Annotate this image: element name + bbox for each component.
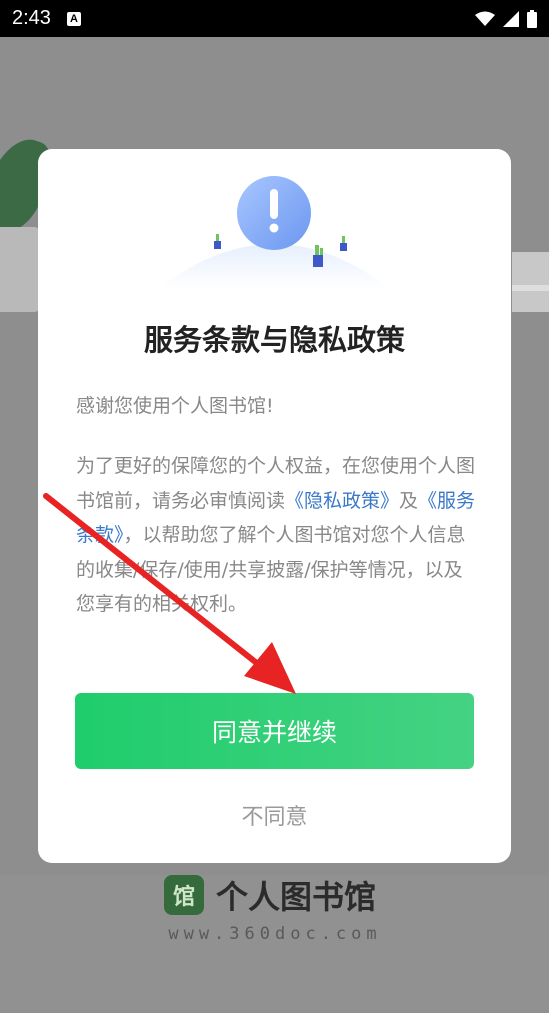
small-plant-icon bbox=[340, 236, 347, 251]
brand-lockup: 馆 个人图书馆 bbox=[164, 872, 376, 918]
status-time: 2:43 bbox=[12, 7, 51, 29]
shelf-decoration bbox=[512, 252, 549, 312]
small-plant-icon bbox=[313, 245, 323, 267]
privacy-policy-link[interactable]: 《隐私政策》 bbox=[285, 490, 399, 512]
terms-body-text: 为了更好的保障您的个人权益，在您使用个人图书馆前，请务必审慎阅读《隐私政策》及《… bbox=[76, 449, 476, 622]
dialog-title: 服务条款与隐私政策 bbox=[143, 323, 405, 357]
conjunction-text: 及 bbox=[399, 489, 419, 512]
small-plant-icon bbox=[214, 234, 221, 249]
brand-name: 个人图书馆 bbox=[216, 878, 377, 916]
body-text-part: ，以帮助您了解个人图书馆对您个人信息的收集/保存/使用/共享披露/保护等情况，以… bbox=[76, 524, 466, 615]
battery-icon bbox=[527, 9, 537, 28]
shelf-line-decoration bbox=[512, 285, 549, 291]
a-letter-icon: A bbox=[66, 11, 81, 26]
greeting-text: 感谢您使用个人图书馆! bbox=[76, 395, 274, 417]
exclamation-icon bbox=[237, 176, 311, 250]
status-icons bbox=[475, 9, 537, 28]
wifi-icon bbox=[475, 11, 495, 26]
terms-privacy-dialog: 服务条款与隐私政策 感谢您使用个人图书馆! 为了更好的保障您的个人权益，在您使用… bbox=[38, 149, 511, 863]
status-bar: 2:43 A bbox=[0, 0, 549, 37]
brand-logo: 馆 bbox=[164, 875, 204, 915]
brand-url: www.360doc.com bbox=[168, 924, 382, 944]
disagree-button[interactable]: 不同意 bbox=[38, 799, 511, 831]
signal-icon bbox=[503, 10, 519, 27]
plant-pot-decoration bbox=[0, 227, 40, 312]
agree-continue-button[interactable]: 同意并继续 bbox=[75, 693, 474, 769]
dialog-illustration bbox=[158, 176, 390, 289]
